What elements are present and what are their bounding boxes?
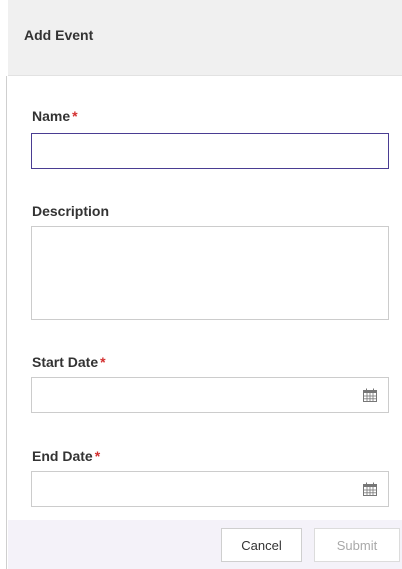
end-date-input[interactable] [31, 471, 389, 507]
dialog-title: Add Event [24, 27, 94, 43]
name-label: Name * [32, 108, 78, 124]
dialog-left-border [6, 76, 7, 569]
description-label-text: Description [32, 203, 110, 219]
start-date-label: Start Date * [32, 354, 106, 370]
name-label-text: Name [32, 108, 71, 124]
calendar-icon[interactable] [363, 482, 377, 496]
submit-button[interactable]: Submit [314, 528, 400, 562]
add-event-dialog: Add Event Name * Description Start Date * … [0, 0, 402, 569]
start-date-label-text: Start Date [32, 354, 99, 370]
calendar-icon[interactable] [363, 388, 377, 402]
end-date-required-marker: * [94, 448, 101, 464]
start-date-required-marker: * [100, 354, 106, 370]
description-label: Description [32, 203, 109, 219]
dialog-header: Add Event [8, 0, 402, 76]
dialog-footer: Cancel Submit [8, 520, 402, 569]
end-date-label: End Date * [32, 448, 100, 464]
end-date-label-text: End Date [32, 448, 93, 464]
name-required-marker: * [72, 108, 78, 124]
start-date-input[interactable] [31, 377, 389, 413]
cancel-button[interactable]: Cancel [221, 528, 302, 562]
description-textarea[interactable] [31, 226, 389, 320]
name-input[interactable] [31, 133, 389, 169]
